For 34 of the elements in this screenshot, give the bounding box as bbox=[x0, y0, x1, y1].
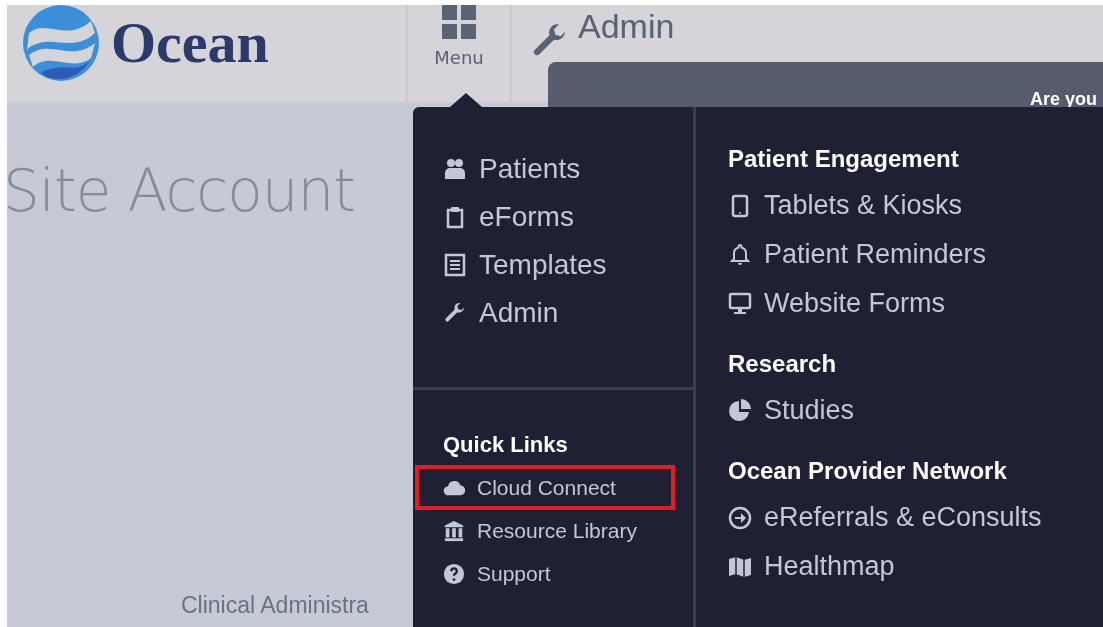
menu-link[interactable]: Resource Library bbox=[477, 518, 637, 543]
help-icon bbox=[443, 562, 465, 585]
bell-icon bbox=[728, 242, 752, 267]
pie-chart-icon bbox=[728, 398, 752, 423]
section-heading: Ocean Provider Network bbox=[728, 456, 1008, 486]
section-heading: Quick Links bbox=[443, 432, 569, 459]
page-header-title: Admin bbox=[578, 7, 675, 46]
users-icon bbox=[443, 157, 467, 181]
menu-link[interactable]: eReferrals & eConsults bbox=[764, 502, 1042, 533]
menu-link[interactable]: Tablets & Kiosks bbox=[764, 190, 963, 221]
document-icon bbox=[443, 253, 467, 277]
menu-link[interactable]: Templates bbox=[479, 249, 607, 281]
map-icon bbox=[728, 554, 752, 579]
menu-link[interactable]: Website Forms bbox=[764, 288, 946, 319]
page-title: Site Account bbox=[3, 157, 355, 225]
section-heading: Patient Engagement bbox=[728, 144, 960, 174]
monitor-icon bbox=[728, 291, 752, 316]
menu-button[interactable]: Menu bbox=[406, 5, 512, 102]
footer-text: Clinical Administra bbox=[181, 592, 370, 619]
menu-link[interactable]: Admin bbox=[479, 297, 559, 329]
menu-link[interactable]: eForms bbox=[479, 201, 574, 233]
grid-icon bbox=[442, 5, 476, 39]
menu-link[interactable]: Healthmap bbox=[764, 551, 895, 582]
bank-icon bbox=[443, 519, 465, 542]
dialog-heading: Are you bbox=[1029, 89, 1097, 110]
menu-link[interactable]: Cloud Connect bbox=[477, 475, 616, 500]
menu-link[interactable]: Patients bbox=[479, 153, 581, 185]
menu-link[interactable]: Support bbox=[477, 561, 551, 586]
arrow-circle-icon bbox=[728, 505, 752, 530]
logo-text: Ocean bbox=[111, 9, 269, 76]
menu-link[interactable]: Studies bbox=[764, 395, 855, 426]
menu-link[interactable]: Patient Reminders bbox=[764, 239, 987, 270]
section-heading: Research bbox=[728, 349, 838, 379]
wrench-icon bbox=[443, 301, 467, 325]
